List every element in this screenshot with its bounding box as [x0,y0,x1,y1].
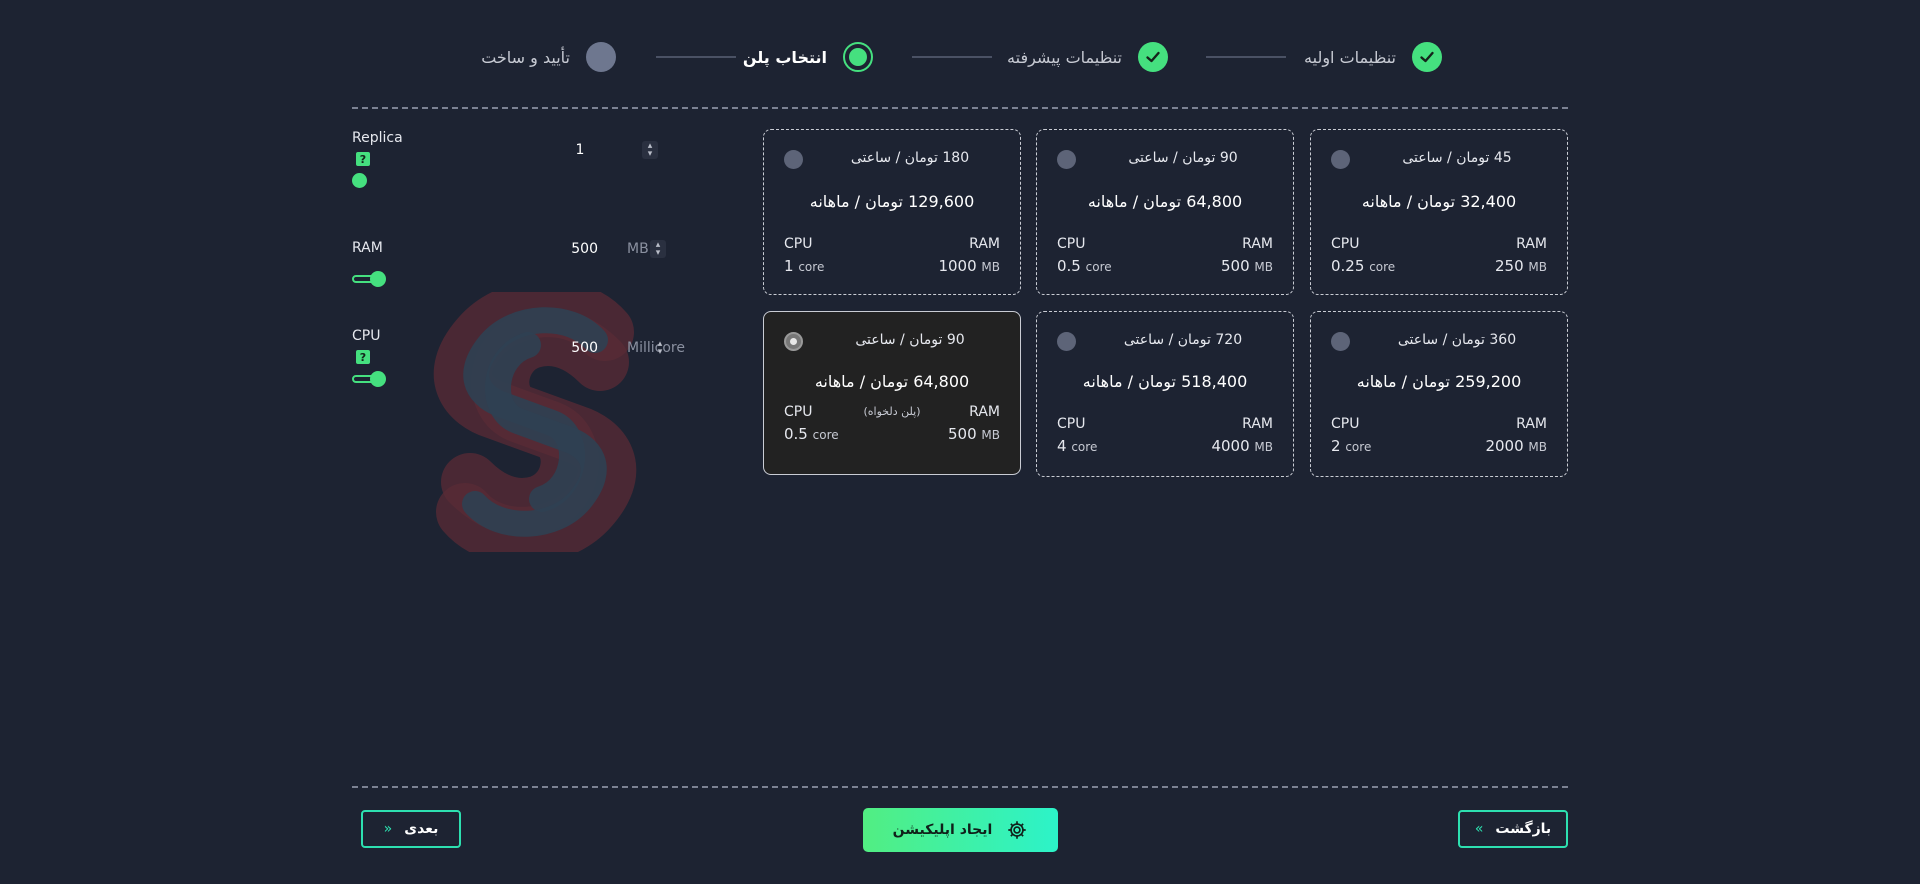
plan-radio-selected[interactable] [784,332,803,351]
replica-input[interactable]: 1 [544,142,616,158]
stepper: تنظیمات اولیه تنظیمات پیشرفته انتخاب پلن… [0,38,1920,76]
plan-monthly-price: 64,800 تومان / ماهانه [814,372,970,391]
plan-cpu-value: 0.25 core [1331,257,1396,275]
plan-monthly-price: 518,400 تومان / ماهانه [1082,372,1248,391]
ram-slider[interactable] [352,271,386,287]
plan-monthly-price: 64,800 تومان / ماهانه [1087,192,1243,211]
plan-ram-value: 1000 MB [938,257,1000,275]
plan-monthly-price: 32,400 تومان / ماهانه [1361,192,1517,211]
pending-step-icon [586,42,616,72]
next-button-label: بعدی [404,821,439,837]
plan-radio[interactable] [1057,150,1076,169]
plan-hourly-price: 90 تومان / ساعتی [855,332,965,348]
plan-ram-value: 250 MB [1494,257,1547,275]
plan-hourly-price: 360 تومان / ساعتی [1397,332,1517,348]
bottom-divider [352,786,1568,788]
plan-radio[interactable] [1331,150,1350,169]
check-icon [1412,42,1442,72]
plan-hourly-price: 90 تومان / ساعتی [1128,150,1238,166]
step-confirm-create[interactable]: تأیید و ساخت [481,38,616,76]
cpu-slider[interactable] [352,371,386,387]
plan-cpu-value: 0.5 core [784,425,839,443]
gear-icon [1008,821,1027,839]
plan-ram-label: RAM [1516,416,1547,432]
next-button[interactable]: بعدی « [361,810,461,848]
plan-radio[interactable] [784,150,803,169]
replica-label: Replica [352,130,403,146]
help-icon[interactable]: ? [356,350,370,364]
double-chevron-left-icon: « [383,821,393,837]
plan-cpu-label: CPU [784,236,813,252]
plan-ram-label: RAM [1516,236,1547,252]
plan-card[interactable]: 180 تومان / ساعتی 129,600 تومان / ماهانه… [763,129,1021,295]
plan-card[interactable]: 720 تومان / ساعتی 518,400 تومان / ماهانه… [1036,311,1294,477]
plan-ram-value: 500 MB [947,425,1000,443]
create-button-label: ایجاد اپلیکیشن [892,822,993,838]
step-label: تنظیمات اولیه [1304,47,1396,67]
plan-cpu-value: 2 core [1331,437,1372,455]
plan-ram-label: RAM [1242,416,1273,432]
step-choose-plan[interactable]: انتخاب پلن [743,38,873,76]
plan-cpu-label: CPU [784,404,813,420]
step-connector [912,56,992,58]
step-label: تنظیمات پیشرفته [1007,47,1122,67]
plan-cpu-value: 1 core [784,257,825,275]
top-divider [352,107,1568,109]
plan-ram-value: 2000 MB [1485,437,1547,455]
back-button-label: بازگشت [1495,821,1552,837]
help-icon[interactable]: ? [356,152,370,166]
plan-hourly-price: 45 تومان / ساعتی [1402,150,1512,166]
cpu-input[interactable]: 500 [558,340,598,356]
plan-card[interactable]: 45 تومان / ساعتی 32,400 تومان / ماهانه C… [1310,129,1568,295]
plan-ram-value: 4000 MB [1211,437,1273,455]
step-label: تأیید و ساخت [481,47,570,67]
active-step-icon [843,42,873,72]
plan-ram-value: 500 MB [1220,257,1273,275]
double-chevron-right-icon: » [1474,821,1484,837]
cpu-stepper[interactable]: ▴ ▾ [652,339,668,357]
ram-label: RAM [352,240,383,256]
step-initial-settings[interactable]: تنظیمات اولیه [1304,38,1442,76]
plan-cpu-label: CPU [1331,236,1360,252]
plan-card[interactable]: 360 تومان / ساعتی 259,200 تومان / ماهانه… [1310,311,1568,477]
svelte-logo-watermark [433,292,637,552]
plan-hourly-price: 720 تومان / ساعتی [1123,332,1243,348]
plan-ram-label: RAM [969,236,1000,252]
plan-cpu-value: 0.5 core [1057,257,1112,275]
plan-cpu-label: CPU [1057,416,1086,432]
plan-card-custom-selected[interactable]: 90 تومان / ساعتی 64,800 تومان / ماهانه (… [763,311,1021,475]
step-connector [1206,56,1286,58]
plan-monthly-price: 259,200 تومان / ماهانه [1356,372,1522,391]
replica-slider-knob[interactable] [352,173,367,188]
plan-hourly-price: 180 تومان / ساعتی [850,150,970,166]
ram-input[interactable]: 500 [558,241,598,257]
check-icon [1138,42,1168,72]
step-connector [656,56,736,58]
plan-cpu-label: CPU [1331,416,1360,432]
plan-cpu-value: 4 core [1057,437,1098,455]
ram-unit: MB [627,241,649,257]
ram-stepper[interactable]: ▴ ▾ [650,240,666,258]
plan-radio[interactable] [1331,332,1350,351]
replica-stepper[interactable]: ▴ ▾ [642,141,658,159]
cpu-label: CPU [352,328,381,344]
step-advanced-settings[interactable]: تنظیمات پیشرفته [1007,38,1168,76]
plan-ram-label: RAM [969,404,1000,420]
plan-monthly-price: 129,600 تومان / ماهانه [809,192,975,211]
back-button[interactable]: بازگشت » [1458,810,1568,848]
create-application-button[interactable]: ایجاد اپلیکیشن [863,808,1058,852]
plan-ram-label: RAM [1242,236,1273,252]
plan-card[interactable]: 90 تومان / ساعتی 64,800 تومان / ماهانه C… [1036,129,1294,295]
step-label: انتخاب پلن [742,47,827,67]
plan-cpu-label: CPU [1057,236,1086,252]
plan-radio[interactable] [1057,332,1076,351]
